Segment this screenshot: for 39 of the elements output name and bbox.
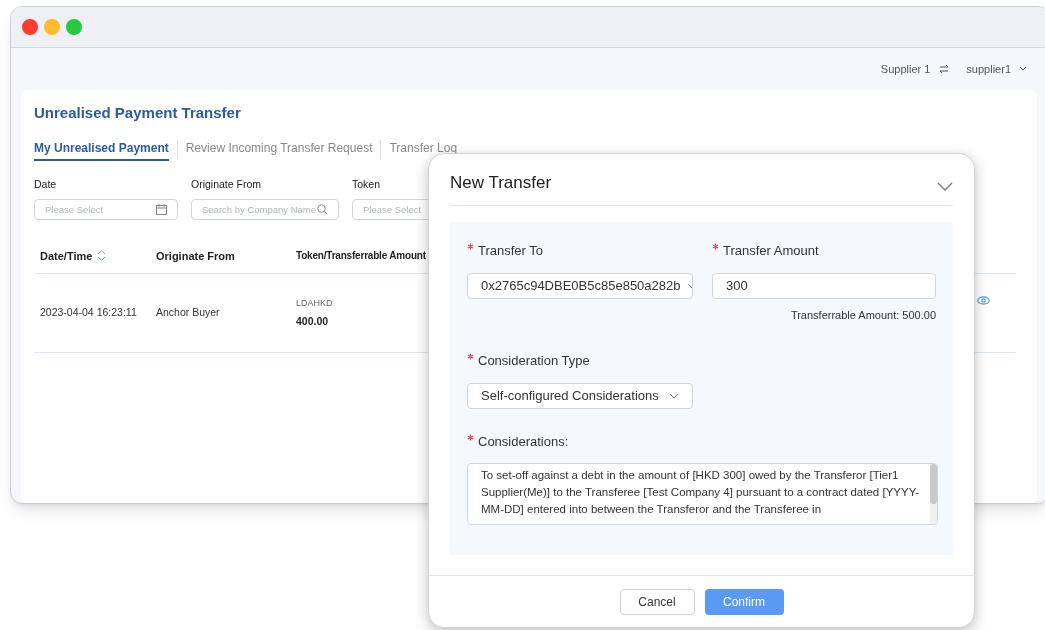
transferrable-amount-note: Transferrable Amount: 500.00 xyxy=(790,308,936,323)
tab[interactable]: Review Incoming Transfer Request xyxy=(185,138,373,161)
switch-icon[interactable] xyxy=(938,63,951,75)
field-label: Transfer To xyxy=(478,243,544,259)
table-cell: Anchor Buyer xyxy=(156,306,220,319)
field-label: Transfer Amount xyxy=(723,243,819,259)
column-header: Date/Time xyxy=(40,248,93,264)
view-icon[interactable] xyxy=(977,296,990,305)
dialog-title: New Transfer xyxy=(450,171,552,194)
page-title: Unrealised Payment Transfer xyxy=(34,103,242,123)
company-name: Supplier 1 xyxy=(880,61,931,77)
field-label: Considerations: xyxy=(478,433,569,450)
filter-label: Token xyxy=(352,176,381,192)
considerations-field[interactable] xyxy=(467,462,938,525)
search-icon xyxy=(317,204,328,216)
required-icon xyxy=(467,352,474,360)
filter-label: Date xyxy=(34,176,57,192)
column-header: Token/Transferrable Amount xyxy=(296,249,426,264)
close-window-icon[interactable] xyxy=(22,19,38,35)
calendar-icon xyxy=(156,204,167,216)
maximize-window-icon[interactable] xyxy=(66,19,82,35)
tab[interactable]: My Unrealised Payment xyxy=(34,138,169,161)
consideration-type-select[interactable]: Self-configured Considerations xyxy=(467,382,693,409)
transfer-amount-field[interactable]: 300 xyxy=(712,273,936,299)
scrollbar[interactable] xyxy=(930,463,937,524)
cancel-button[interactable]: Cancel xyxy=(619,588,695,615)
filter-label: Originate From xyxy=(191,176,262,192)
transfer-to-select[interactable]: 0x2765c94DBE0B5c85e850a282b xyxy=(467,273,693,299)
required-icon xyxy=(467,433,474,441)
user-menu[interactable]: supplier1 xyxy=(966,60,1011,78)
sort-icon[interactable] xyxy=(97,249,107,263)
token-name: LDAHKD xyxy=(296,296,334,310)
field-label: Consideration Type xyxy=(478,352,590,369)
amount-value: 400.00 xyxy=(296,314,330,330)
table-cell: 2023-04-04 16:23:11 xyxy=(40,306,137,319)
required-icon xyxy=(467,243,474,250)
required-icon xyxy=(712,243,719,250)
column-header: Originate From xyxy=(156,248,235,264)
considerations-text: To set-off against a debt in the amount of [HKD 300] owed by the Transferor [Tier1 Supplier(Me)] to the Transferee [Test Company 4] pursuant to a contract dated [YYYY-MM-DD] entered into between the Transferor and the Transferee in xyxy=(481,467,921,517)
